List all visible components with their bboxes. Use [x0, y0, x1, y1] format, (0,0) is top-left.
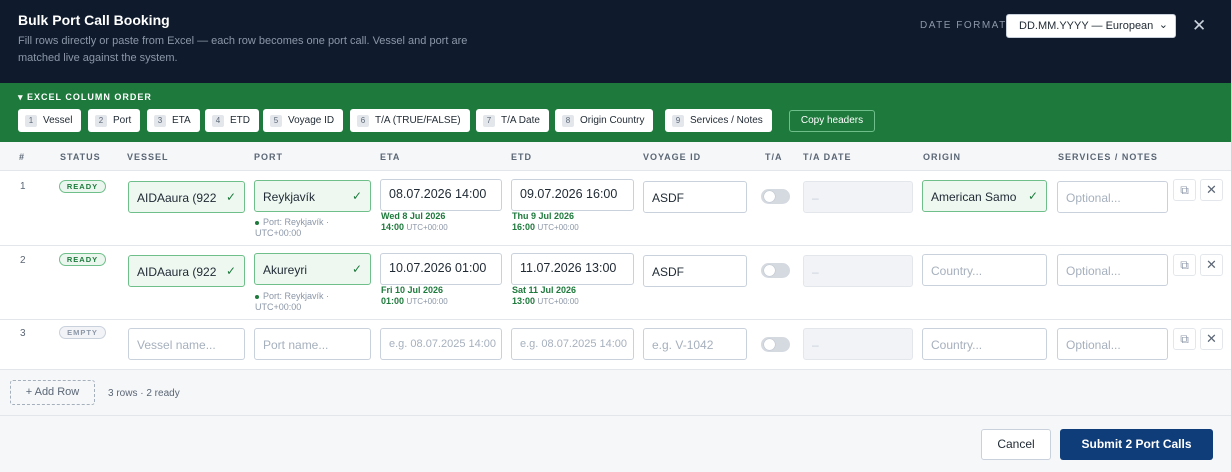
table-header: # STATUS VESSEL PORT ETA ETD VOYAGE ID T… [0, 142, 1231, 171]
etd-hint: Sat 11 Jul 2026 13:00 UTC+00:00 [512, 285, 579, 306]
eta-input[interactable]: 10.07.2026 01:00 [380, 253, 502, 285]
add-row-button[interactable]: + Add Row [10, 380, 95, 405]
ta-toggle[interactable] [761, 189, 790, 204]
check-icon: ✓ [351, 189, 362, 203]
ta-date-input: – [803, 255, 913, 287]
copy-row-icon[interactable]: ⧉ [1173, 254, 1196, 276]
th-num: # [19, 152, 26, 162]
modal-subtitle: Fill rows directly or paste from Excel —… [18, 35, 468, 64]
column-chip-eta: 3 ETA [147, 109, 200, 132]
ta-date-input: – [803, 181, 913, 213]
status-dot-icon [255, 294, 259, 299]
port-hint: Port: Reykjavík · UTC+00:00 [255, 291, 330, 312]
column-order-label: ▾ EXCEL COLUMN ORDER [18, 92, 152, 102]
origin-input[interactable]: American Samo ✓ [922, 180, 1047, 212]
voyage-id-input[interactable]: e.g. V-1042 [643, 328, 747, 360]
origin-input[interactable]: Country... [922, 328, 1047, 360]
vessel-input[interactable]: AIDAaura (922 ✓ [128, 181, 245, 213]
column-chip-origin-country: 8 Origin Country [555, 109, 654, 132]
table-row: 2 READY AIDAaura (922 ✓ Akureyri ✓ Port:… [0, 246, 1231, 320]
column-chip-services-notes: 9 Services / Notes [665, 109, 772, 132]
add-row-area: + Add Row 3 rows · 2 ready [0, 370, 1231, 415]
vessel-input[interactable]: Vessel name... [128, 328, 245, 360]
column-chip-vessel: 1 Vessel [18, 109, 82, 132]
date-format-select[interactable]: DD.MM.YYYY — European ⌄ [1006, 14, 1176, 38]
modal-header: Bulk Port Call Booking Fill rows directl… [0, 0, 1231, 83]
status-badge: EMPTY [59, 326, 106, 339]
check-icon: ✓ [225, 190, 236, 204]
voyage-id-input[interactable]: ASDF [643, 255, 747, 287]
check-icon: ✓ [225, 264, 236, 278]
cancel-button[interactable]: Cancel [981, 429, 1051, 460]
status-badge: READY [59, 180, 106, 193]
th-origin: ORIGIN [923, 152, 962, 162]
port-input[interactable]: Reykjavík ✓ [254, 180, 371, 212]
toggle-knob [764, 339, 775, 350]
table-row: 1 READY AIDAaura (922 ✓ Reykjavík ✓ Port… [0, 171, 1231, 246]
port-input[interactable]: Port name... [254, 328, 371, 360]
toggle-knob [764, 191, 775, 202]
th-voyage-id: VOYAGE ID [643, 152, 702, 162]
eta-hint: Fri 10 Jul 2026 01:00 UTC+00:00 [381, 285, 448, 306]
th-ta: T/A [765, 152, 783, 162]
check-icon: ✓ [1027, 189, 1038, 203]
copy-row-icon[interactable]: ⧉ [1173, 328, 1196, 350]
th-vessel: VESSEL [127, 152, 169, 162]
th-eta: ETA [380, 152, 401, 162]
column-chip-ta-date: 7 T/A Date [476, 109, 549, 132]
origin-input[interactable]: Country... [922, 254, 1047, 286]
etd-input[interactable]: 11.07.2026 13:00 [511, 253, 634, 285]
etd-input[interactable]: e.g. 08.07.2025 14:00 [511, 328, 634, 360]
chevron-down-icon: ⌄ [1158, 19, 1168, 31]
copy-row-icon[interactable]: ⧉ [1173, 179, 1196, 201]
port-hint: Port: Reykjavík · UTC+00:00 [255, 217, 330, 238]
services-notes-input[interactable]: Optional... [1057, 328, 1168, 360]
close-icon[interactable]: ✕ [1192, 16, 1206, 36]
submit-button[interactable]: Submit 2 Port Calls [1060, 429, 1213, 460]
table-row: 3 EMPTY Vessel name... Port name... e.g.… [0, 320, 1231, 370]
status-dot-icon [255, 220, 259, 225]
ta-toggle[interactable] [761, 337, 790, 352]
etd-hint: Thu 9 Jul 2026 16:00 UTC+00:00 [512, 211, 579, 232]
voyage-id-input[interactable]: ASDF [643, 181, 747, 213]
eta-input[interactable]: 08.07.2026 14:00 [380, 179, 502, 211]
row-number: 1 [20, 181, 26, 192]
status-badge: READY [59, 253, 106, 266]
column-chip-port: 2 Port [88, 109, 141, 132]
vessel-input[interactable]: AIDAaura (922 ✓ [128, 255, 245, 287]
date-format-label: DATE FORMAT [920, 20, 1007, 31]
column-chip-ta: 6 T/A (TRUE/FALSE) [350, 109, 470, 132]
etd-input[interactable]: 09.07.2026 16:00 [511, 179, 634, 211]
services-notes-input[interactable]: Optional... [1057, 254, 1168, 286]
th-port: PORT [254, 152, 284, 162]
services-notes-input[interactable]: Optional... [1057, 181, 1168, 213]
date-format-value: DD.MM.YYYY — European [1019, 20, 1154, 32]
eta-input[interactable]: e.g. 08.07.2025 14:00 [380, 328, 502, 360]
delete-row-icon[interactable]: ✕ [1200, 254, 1223, 276]
delete-row-icon[interactable]: ✕ [1200, 179, 1223, 201]
row-count: 3 rows · 2 ready [108, 388, 180, 399]
port-input[interactable]: Akureyri ✓ [254, 253, 371, 285]
row-number: 2 [20, 255, 26, 266]
column-chip-voyage-id: 5 Voyage ID [263, 109, 344, 132]
modal-title: Bulk Port Call Booking [18, 12, 170, 28]
ta-date-input: – [803, 328, 913, 360]
column-chip-etd: 4 ETD [205, 109, 259, 132]
copy-headers-button[interactable]: Copy headers [789, 110, 875, 132]
ta-toggle[interactable] [761, 263, 790, 278]
th-status: STATUS [60, 152, 101, 162]
toggle-knob [764, 265, 775, 276]
eta-hint: Wed 8 Jul 2026 14:00 UTC+00:00 [381, 211, 448, 232]
th-etd: ETD [511, 152, 532, 162]
row-number: 3 [20, 328, 26, 339]
check-icon: ✓ [351, 262, 362, 276]
delete-row-icon[interactable]: ✕ [1200, 328, 1223, 350]
modal-footer: Cancel Submit 2 Port Calls [0, 415, 1231, 472]
th-services-notes: SERVICES / NOTES [1058, 152, 1158, 162]
th-ta-date: T/A DATE [803, 152, 852, 162]
